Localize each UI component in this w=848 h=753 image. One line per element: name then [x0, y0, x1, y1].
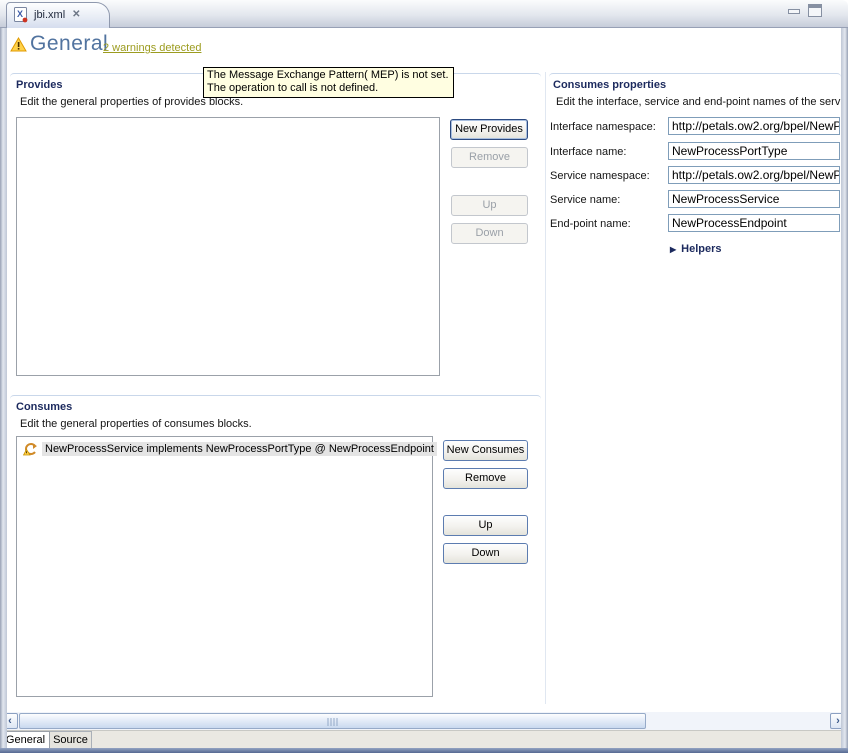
svg-text:X: X	[17, 9, 23, 19]
tab-general[interactable]: General	[1, 731, 50, 749]
endpoint-name-input[interactable]	[668, 214, 840, 232]
consumes-list[interactable]: NewProcessService implements NewProcessP…	[16, 436, 433, 697]
new-consumes-button[interactable]: New Consumes	[443, 440, 528, 461]
consumes-remove-button[interactable]: Remove	[443, 468, 528, 489]
eclipse-editor-window: { "window": { "tab_title": "jbi.xml", "c…	[0, 0, 848, 753]
helpers-toggle[interactable]: ▶ Helpers	[670, 243, 722, 255]
service-name-input[interactable]	[668, 190, 840, 208]
tab-source[interactable]: Source	[50, 731, 92, 749]
consumes-section-description: Edit the general properties of consumes …	[20, 418, 252, 430]
scrollbar-grip	[327, 718, 338, 726]
consumes-item-label: NewProcessService implements NewProcessP…	[42, 442, 437, 456]
tooltip-line-2: The operation to call is not defined.	[207, 82, 449, 95]
consumes-section-bar	[10, 395, 541, 399]
interface-namespace-input[interactable]	[668, 117, 840, 135]
interface-name-label: Interface name:	[550, 146, 626, 158]
editor-right-border	[841, 28, 848, 748]
provides-section-title: Provides	[16, 79, 62, 91]
consumes-list-item[interactable]: NewProcessService implements NewProcessP…	[23, 442, 432, 456]
page-title: General	[30, 32, 108, 56]
validation-tooltip: The Message Exchange Pattern( MEP) is no…	[203, 67, 454, 98]
interface-name-input[interactable]	[668, 142, 840, 160]
consumes-properties-section-bar	[549, 73, 841, 77]
minimize-icon[interactable]	[788, 9, 800, 14]
maximize-icon[interactable]	[808, 4, 822, 17]
scrollbar-thumb[interactable]	[19, 713, 646, 729]
endpoint-name-label: End-point name:	[550, 218, 631, 230]
collapsed-arrow-icon: ▶	[670, 245, 676, 254]
service-name-label: Service name:	[550, 194, 620, 206]
close-icon[interactable]: ✕	[72, 9, 80, 20]
editor-tab-jbi-xml[interactable]: X jbi.xml ✕	[6, 2, 110, 28]
editor-bottom-border	[0, 748, 848, 753]
consumes-down-button[interactable]: Down	[443, 543, 528, 564]
provides-list[interactable]	[16, 117, 440, 376]
helpers-label: Helpers	[681, 243, 721, 255]
warning-triangle-icon	[10, 37, 27, 52]
consumes-properties-section-title: Consumes properties	[553, 79, 666, 91]
provides-down-button: Down	[451, 223, 528, 244]
tooltip-line-1: The Message Exchange Pattern( MEP) is no…	[207, 69, 449, 82]
consumes-properties-description: Edit the interface, service and end-poin…	[556, 96, 843, 108]
warnings-detected-link[interactable]: 2 warnings detected	[103, 42, 201, 54]
consumes-section-title: Consumes	[16, 401, 72, 413]
xml-file-icon: X	[14, 7, 29, 23]
editor-tab-title: jbi.xml	[34, 9, 65, 21]
new-provides-button[interactable]: New Provides	[450, 119, 528, 140]
provides-remove-button: Remove	[451, 147, 528, 168]
page-tab-row: General Source	[1, 730, 847, 748]
service-namespace-label: Service namespace:	[550, 170, 650, 182]
consume-endpoint-warning-icon	[23, 442, 38, 456]
service-namespace-input[interactable]	[668, 166, 840, 184]
column-divider	[545, 72, 546, 704]
editor-left-border	[0, 28, 7, 748]
editor-tabstrip: X jbi.xml ✕	[0, 0, 848, 28]
consumes-up-button[interactable]: Up	[443, 515, 528, 536]
horizontal-scrollbar[interactable]: ‹ ›	[1, 712, 847, 730]
interface-namespace-label: Interface namespace:	[550, 121, 656, 133]
provides-up-button: Up	[451, 195, 528, 216]
